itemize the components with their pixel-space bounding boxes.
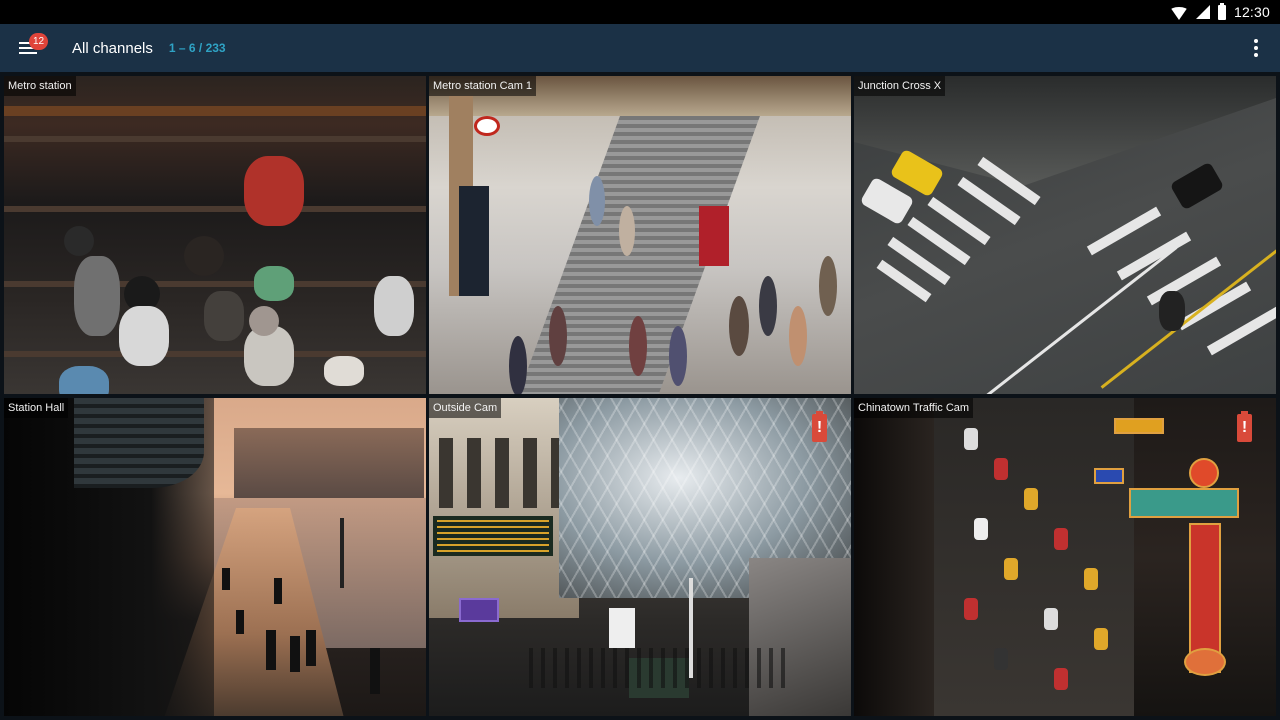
low-battery-icon: ! [812, 411, 827, 442]
channel-label: Junction Cross X [854, 76, 946, 96]
notification-badge: 12 [29, 33, 49, 50]
camera-feed [429, 76, 851, 394]
page-title: All channels [72, 39, 153, 57]
camera-feed [4, 76, 426, 394]
channel-tile-junction-cross-x[interactable]: Junction Cross X [854, 76, 1276, 394]
channel-label: Chinatown Traffic Cam [854, 398, 974, 418]
app-bar: 12 All channels 1 – 6 / 233 [0, 24, 1280, 72]
overflow-menu-button[interactable] [1232, 24, 1280, 72]
channel-label: Metro station [4, 76, 76, 96]
channel-label: Station Hall [4, 398, 69, 418]
channel-label: Outside Cam [429, 398, 502, 418]
camera-feed [4, 398, 426, 716]
camera-feed [429, 398, 851, 716]
low-battery-icon: ! [1237, 411, 1252, 442]
menu-button[interactable]: 12 [0, 24, 56, 72]
battery-icon [1217, 2, 1226, 20]
camera-feed [854, 76, 1276, 394]
channel-tile-metro-station-cam-1[interactable]: Metro station Cam 1 [429, 76, 851, 394]
channel-count: 1 – 6 / 233 [168, 41, 226, 55]
more-vert-icon [1254, 39, 1258, 43]
signal-icon [1195, 5, 1210, 19]
status-bar: 12:30 [0, 0, 1280, 24]
channel-grid: Metro station Metro station Cam 1 Juncti… [4, 76, 1276, 716]
channel-label: Metro station Cam 1 [429, 76, 537, 96]
channel-tile-station-hall[interactable]: Station Hall [4, 398, 426, 716]
channel-tile-outside-cam[interactable]: Outside Cam ! [429, 398, 851, 716]
channel-tile-metro-station[interactable]: Metro station [4, 76, 426, 394]
camera-feed [854, 398, 1276, 716]
channel-tile-chinatown-traffic-cam[interactable]: Chinatown Traffic Cam ! [854, 398, 1276, 716]
status-time: 12:30 [1233, 4, 1270, 20]
wifi-icon [1169, 6, 1188, 20]
